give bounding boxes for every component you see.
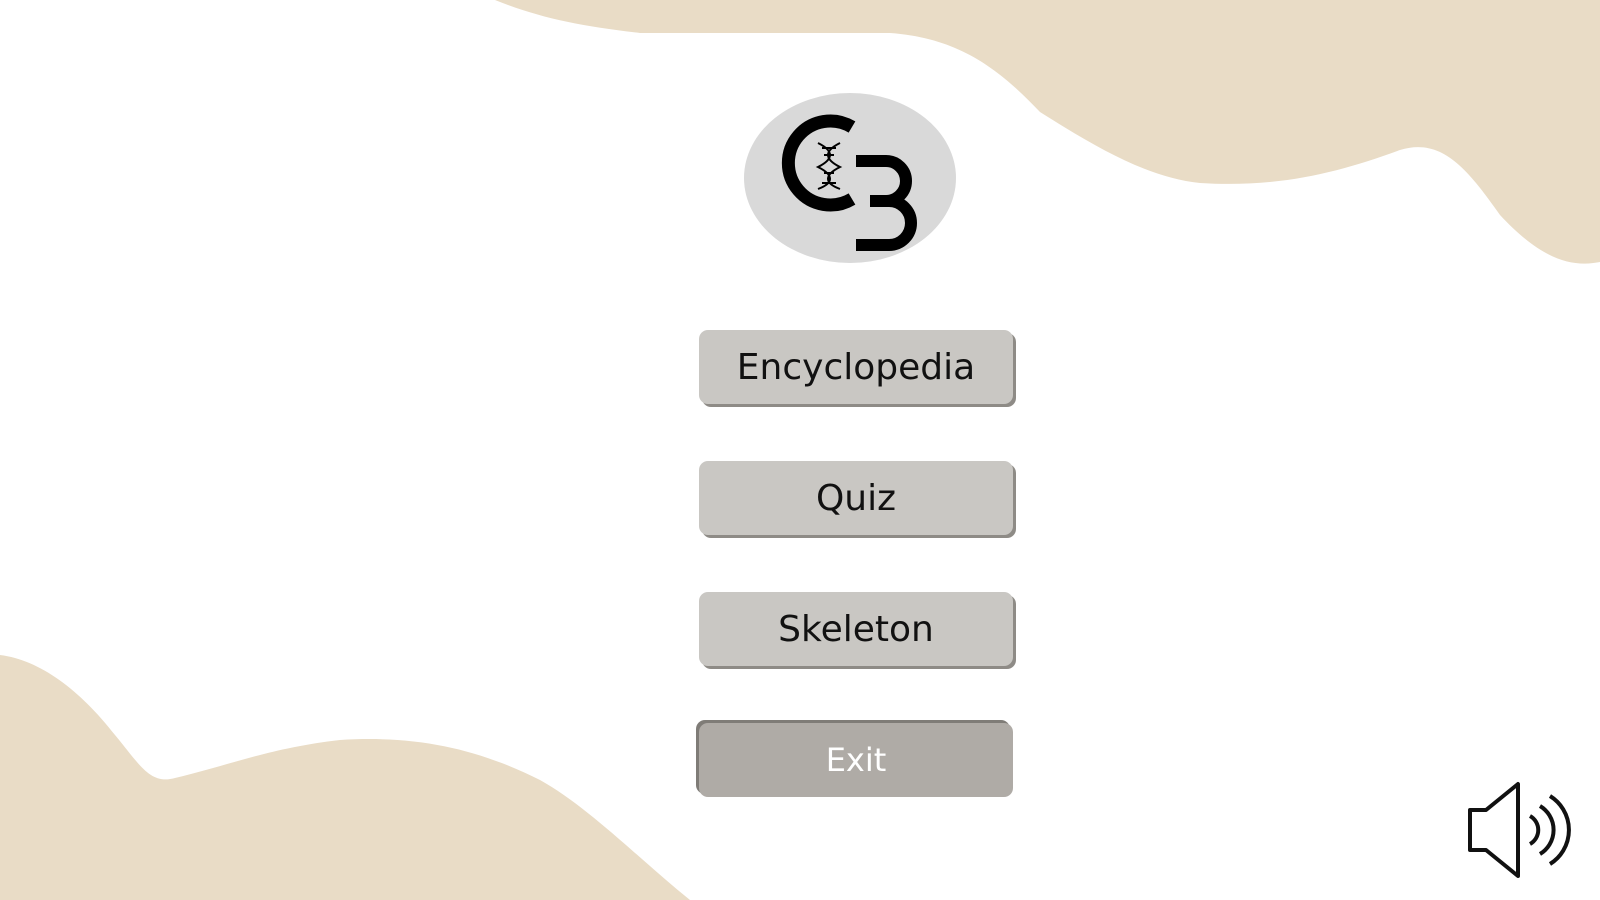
main-menu-screen: Encyclopedia Quiz Skeleton Exit xyxy=(0,0,1600,900)
exit-button[interactable]: Exit xyxy=(699,723,1013,797)
speaker-volume-icon[interactable] xyxy=(1466,780,1580,880)
skeleton-button[interactable]: Skeleton xyxy=(699,592,1013,666)
quiz-button[interactable]: Quiz xyxy=(699,461,1013,535)
app-logo xyxy=(744,93,956,263)
sound-wave-1 xyxy=(1528,814,1541,846)
top-right-blob xyxy=(495,0,1600,264)
bottom-left-blob xyxy=(0,655,690,900)
encyclopedia-button[interactable]: Encyclopedia xyxy=(699,330,1013,404)
speaker-body xyxy=(1468,782,1520,878)
sound-wave-2 xyxy=(1538,804,1556,856)
logo-circle xyxy=(744,93,956,263)
